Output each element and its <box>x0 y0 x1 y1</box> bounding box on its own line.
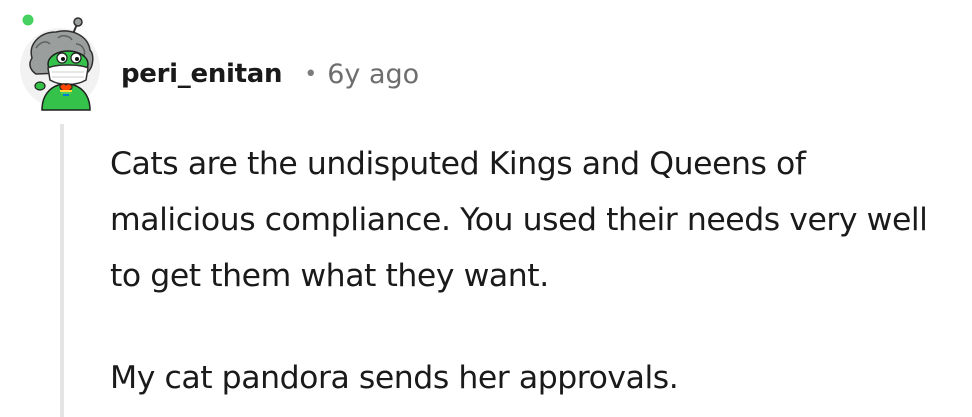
avatar[interactable] <box>14 14 114 114</box>
comment-meta: peri_enitan • 6y ago <box>121 52 419 96</box>
separator-dot: • <box>304 61 318 87</box>
comment-paragraph: Cats are the undisputed Kings and Queens… <box>110 146 928 294</box>
comment-body: Cats are the undisputed Kings and Queens… <box>110 136 960 406</box>
comment: peri_enitan • 6y ago Cats are the undisp… <box>0 0 972 417</box>
comment-paragraph: My cat pandora sends her approvals. <box>110 360 679 396</box>
snoo-avatar-icon <box>20 14 100 111</box>
timestamp[interactable]: 6y ago <box>327 59 419 90</box>
username-link[interactable]: peri_enitan <box>121 59 283 89</box>
thread-line[interactable] <box>60 124 64 417</box>
